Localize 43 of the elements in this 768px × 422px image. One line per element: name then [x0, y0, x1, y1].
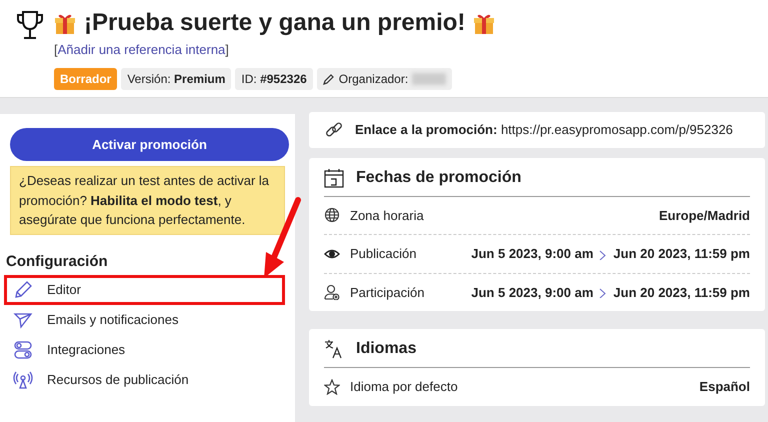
- test-mode-link[interactable]: Habilita el modo test: [90, 192, 218, 208]
- card-title: Fechas de promoción: [356, 168, 522, 188]
- bracket-text: ]: [225, 42, 229, 58]
- bracket-text: [: [54, 42, 58, 58]
- activate-button[interactable]: Activar promoción: [10, 128, 289, 161]
- menu-item[interactable]: Editor: [4, 275, 285, 305]
- row-label: Zona horaria: [350, 206, 424, 224]
- start-date: Jun 5 2023, 9:00 am: [471, 284, 594, 302]
- chevron-icon: [599, 248, 608, 260]
- organizer-label: Organizador:: [338, 70, 408, 88]
- page-title: ¡Prueba suerte y gana un premio!: [84, 10, 466, 36]
- row-label: Publicación: [350, 245, 416, 263]
- menu-item[interactable]: Integraciones: [4, 335, 285, 365]
- notice-text: ¿Deseas realizar un test antes de activar la promoción? Habilita el modo test, y asegúrate que funciona perfectamente.: [10, 166, 285, 234]
- info-badge: ID: #952326: [235, 68, 313, 90]
- redacted-value: [412, 72, 446, 85]
- reference-link[interactable]: Añadir una referencia interna: [58, 42, 226, 58]
- translate-icon: [324, 339, 344, 359]
- start-date: Jun 5 2023, 9:00 am: [471, 245, 594, 263]
- pencil-icon: [322, 72, 335, 85]
- menu-item[interactable]: Recursos de publicación: [4, 365, 285, 395]
- promotion-url[interactable]: https://pr.easypromosapp.com/p/952326: [500, 122, 733, 137]
- row-value: Español: [699, 378, 750, 396]
- user-plus-icon: [324, 284, 340, 300]
- card-title: Idiomas: [356, 339, 416, 359]
- globe-icon: [324, 207, 340, 224]
- calendar-icon: [324, 168, 344, 188]
- status-badge: Borrador: [54, 68, 118, 90]
- link-text: Enlace a la promoción: https://pr.easypromosapp.com/p/952326: [355, 121, 733, 139]
- chevron-icon: [599, 286, 608, 298]
- section-title: Configuración: [6, 252, 109, 272]
- pencil-icon: [13, 280, 33, 300]
- end-date: Jun 20 2023, 11:59 pm: [613, 284, 750, 302]
- toggles-icon: [13, 340, 33, 360]
- antenna-icon: [13, 370, 33, 390]
- row-label: Participación: [350, 284, 424, 302]
- menu-item[interactable]: Emails y notificaciones: [4, 305, 285, 335]
- info-badge: Versión: Premium: [121, 68, 232, 90]
- row-value: Europe/Madrid: [658, 206, 750, 225]
- link-icon: [325, 120, 343, 139]
- star-icon: [324, 378, 340, 395]
- row-label: Idioma por defecto: [350, 378, 458, 396]
- end-date: Jun 20 2023, 11:59 pm: [613, 245, 750, 263]
